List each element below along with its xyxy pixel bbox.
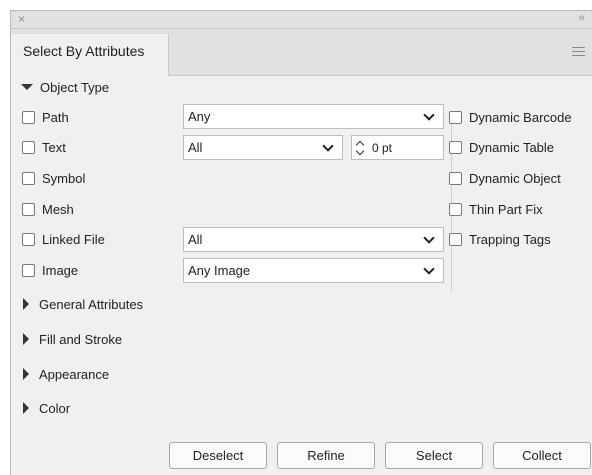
fill-and-stroke-section[interactable]: Fill and Stroke: [23, 329, 122, 349]
deselect-button[interactable]: Deselect: [169, 442, 267, 469]
panel-menu-icon[interactable]: [572, 47, 585, 57]
checkbox-box[interactable]: [449, 140, 462, 154]
checkbox-box[interactable]: [22, 171, 35, 185]
checkbox-label: Thin Part Fix: [469, 201, 543, 217]
checkbox-dynamic-table[interactable]: Dynamic Table: [449, 137, 554, 157]
checkbox-mesh[interactable]: Mesh: [22, 199, 74, 219]
collapsed-triangle-icon: [23, 368, 29, 380]
text-type-dropdown[interactable]: All: [183, 135, 343, 160]
color-section[interactable]: Color: [23, 398, 70, 418]
chevron-down-icon: [423, 262, 435, 275]
collect-button[interactable]: Collect: [493, 442, 591, 469]
checkbox-text[interactable]: Text: [22, 137, 66, 157]
checkbox-box[interactable]: [22, 140, 35, 154]
select-by-attributes-panel: × ‹‹ Select By Attributes Object Type Pa…: [10, 10, 592, 475]
collapsed-triangle-icon: [23, 402, 29, 414]
general-attributes-section[interactable]: General Attributes: [23, 294, 143, 314]
linked-file-dropdown[interactable]: All: [183, 227, 444, 252]
select-button[interactable]: Select: [385, 442, 483, 469]
close-icon[interactable]: ×: [18, 12, 25, 26]
checkbox-label: Mesh: [42, 201, 74, 217]
appearance-section[interactable]: Appearance: [23, 364, 109, 384]
checkbox-box[interactable]: [449, 232, 462, 246]
image-type-dropdown[interactable]: Any Image: [183, 258, 444, 283]
dropdown-value: All: [188, 232, 203, 247]
checkbox-dynamic-barcode[interactable]: Dynamic Barcode: [449, 107, 572, 127]
checkbox-box[interactable]: [22, 110, 35, 124]
path-type-dropdown[interactable]: Any: [183, 104, 444, 129]
checkbox-linked-file[interactable]: Linked File: [22, 229, 105, 249]
chevron-down-icon: [423, 231, 435, 244]
text-size-value[interactable]: 0 pt: [372, 141, 392, 155]
panel-tabbar: Select By Attributes: [11, 29, 592, 76]
checkbox-trapping-tags[interactable]: Trapping Tags: [449, 229, 551, 249]
checkbox-box[interactable]: [22, 263, 35, 277]
checkbox-box[interactable]: [449, 171, 462, 185]
checkbox-image[interactable]: Image: [22, 260, 78, 280]
checkbox-label: Linked File: [42, 231, 105, 247]
dropdown-value: All: [188, 140, 203, 155]
checkbox-label: Dynamic Table: [469, 139, 555, 155]
checkbox-box[interactable]: [22, 202, 35, 216]
section-label: General Attributes: [39, 296, 144, 312]
expanded-triangle-icon: [21, 84, 33, 90]
checkbox-path[interactable]: Path: [22, 107, 69, 127]
chevron-down-icon: [423, 108, 435, 121]
checkbox-label: Dynamic Barcode: [469, 109, 572, 125]
collapse-icon[interactable]: ‹‹: [579, 12, 585, 24]
checkbox-label: Trapping Tags: [469, 231, 551, 247]
collapsed-triangle-icon: [23, 298, 29, 310]
checkbox-box[interactable]: [449, 202, 462, 216]
section-label: Appearance: [39, 366, 110, 382]
checkbox-symbol[interactable]: Symbol: [22, 168, 85, 188]
text-size-stepper[interactable]: 0 pt: [351, 135, 444, 160]
checkbox-thin-part-fix[interactable]: Thin Part Fix: [449, 199, 543, 219]
stepper-arrows-icon[interactable]: [352, 136, 370, 159]
checkbox-label: Symbol: [42, 170, 86, 186]
checkbox-label: Image: [42, 262, 79, 278]
section-label: Color: [39, 400, 71, 416]
panel-titlebar: × ‹‹: [11, 11, 592, 29]
checkbox-label: Path: [42, 109, 69, 125]
checkbox-box[interactable]: [22, 232, 35, 246]
checkbox-label: Text: [42, 139, 66, 155]
chevron-down-icon: [322, 139, 334, 152]
refine-button[interactable]: Refine: [277, 442, 375, 469]
dropdown-value: Any: [188, 109, 211, 124]
checkbox-dynamic-object[interactable]: Dynamic Object: [449, 168, 561, 188]
object-type-section[interactable]: Object Type: [21, 77, 109, 97]
tab-select-by-attributes[interactable]: Select By Attributes: [11, 34, 169, 76]
object-type-label: Object Type: [40, 79, 110, 95]
section-label: Fill and Stroke: [39, 331, 123, 347]
collapsed-triangle-icon: [23, 333, 29, 345]
checkbox-box[interactable]: [449, 110, 462, 124]
checkbox-label: Dynamic Object: [469, 170, 561, 186]
dropdown-value: Any Image: [188, 263, 251, 278]
